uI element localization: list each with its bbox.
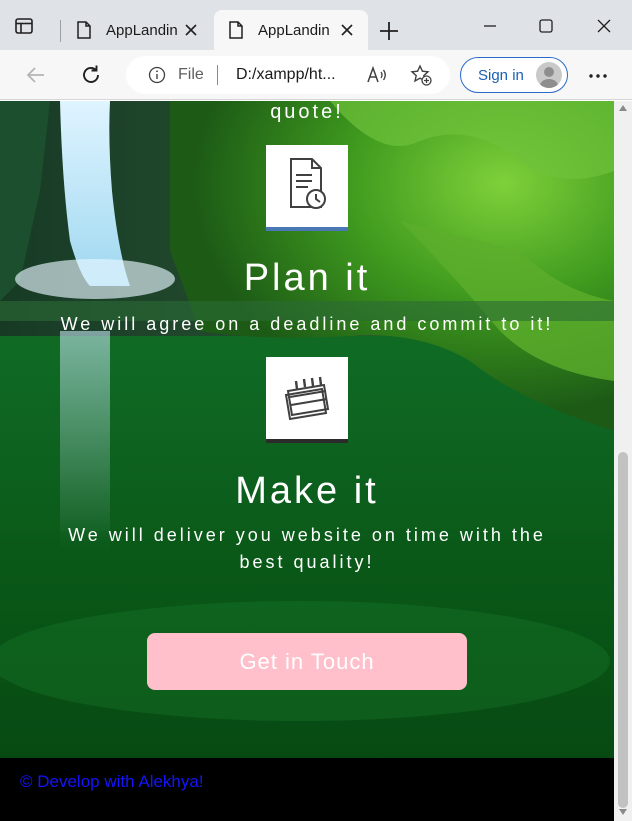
avatar (536, 62, 562, 88)
window-close-icon[interactable] (592, 14, 616, 38)
scroll-down-icon[interactable] (619, 809, 627, 815)
page-content: quote! Plan it We will agree on a deadli… (0, 101, 614, 821)
calendar-icon (266, 376, 348, 443)
refresh-icon[interactable] (79, 63, 103, 87)
sign-in-button[interactable]: Sign in (460, 57, 568, 93)
info-icon[interactable] (148, 66, 166, 84)
tab-inactive[interactable]: AppLandin (62, 10, 212, 50)
feature-title-plan: Plan it (243, 257, 371, 299)
page-icon (77, 21, 91, 39)
feature-icon-plan (266, 145, 348, 231)
read-aloud-icon[interactable] (366, 65, 388, 85)
address-divider (217, 65, 218, 85)
feature-icon-make (266, 357, 348, 443)
vertical-scrollbar[interactable] (614, 101, 632, 821)
add-favorite-icon[interactable] (410, 64, 432, 86)
new-tab-icon[interactable] (378, 20, 400, 42)
address-bar[interactable]: File D:/xampp/ht... (126, 56, 450, 94)
more-icon[interactable] (586, 64, 610, 88)
minimize-icon[interactable] (478, 14, 502, 38)
back-icon[interactable] (24, 63, 48, 87)
footer-text: © Develop with Alekhya! (20, 772, 204, 791)
scroll-up-icon[interactable] (619, 105, 627, 111)
page-icon (229, 21, 243, 39)
address-url[interactable]: D:/xampp/ht... (236, 66, 352, 84)
tab-active[interactable]: AppLandin (214, 10, 368, 50)
browser-titlebar: AppLandin AppLandin (0, 0, 632, 50)
tab-label: AppLandin (106, 22, 178, 39)
feature-description-make: We will deliver you website on time with… (68, 525, 546, 572)
page-viewport: quote! Plan it We will agree on a deadli… (0, 101, 614, 821)
sidebar-toggle-icon[interactable] (14, 16, 34, 36)
scrollbar-thumb[interactable] (618, 452, 628, 808)
feature-description-plan: We will agree on a deadline and commit t… (60, 314, 554, 334)
feature-title-make: Make it (235, 470, 379, 512)
browser-toolbar: File D:/xampp/ht... Sign in (0, 50, 632, 100)
close-icon[interactable] (340, 23, 354, 37)
get-in-touch-button[interactable]: Get in Touch (147, 633, 467, 690)
address-scheme-label: File (178, 66, 204, 83)
close-icon[interactable] (184, 23, 198, 37)
sign-in-label: Sign in (478, 67, 524, 84)
maximize-icon[interactable] (534, 14, 558, 38)
tab-separator (60, 20, 61, 42)
document-clock-icon (266, 158, 348, 231)
tab-label: AppLandin (258, 22, 330, 39)
quote-tail-text: quote! (270, 101, 344, 123)
footer: © Develop with Alekhya! (0, 758, 614, 821)
